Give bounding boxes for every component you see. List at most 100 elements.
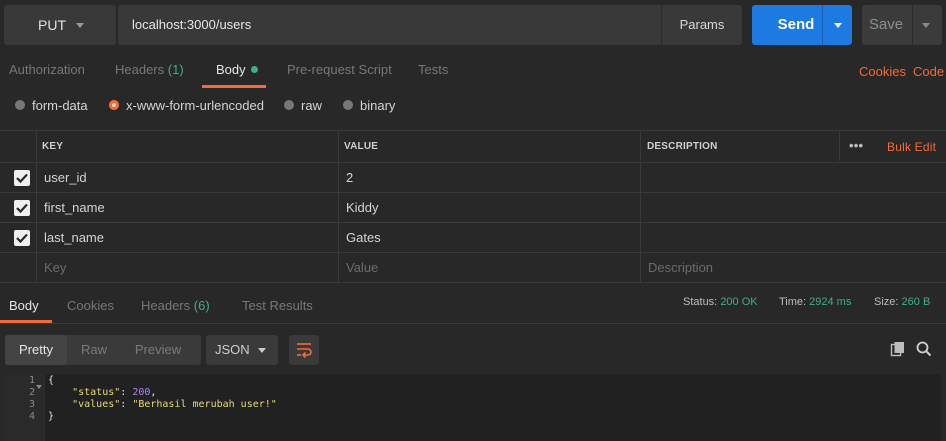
code-line-2: "status": 200, — [48, 387, 156, 399]
language-select[interactable]: JSON — [206, 335, 278, 365]
caret-down-icon[interactable] — [834, 23, 842, 28]
headers-count: (1) — [167, 62, 184, 77]
description-cell[interactable] — [648, 223, 938, 253]
tab-label: Authorization — [9, 62, 85, 77]
column-divider — [640, 193, 641, 223]
format-pretty-button[interactable]: Pretty — [5, 335, 67, 365]
table-row-new: Key Value Description — [0, 252, 946, 283]
bulk-edit-link[interactable]: Bulk Edit — [887, 131, 936, 161]
time-indicator: Time: 2924 ms — [779, 296, 851, 308]
line-number: 3 — [28, 399, 35, 410]
checkmark-icon — [16, 203, 28, 214]
tab-authorization[interactable]: Authorization — [9, 62, 85, 77]
caret-down-icon[interactable] — [922, 23, 930, 28]
response-tab-test-results[interactable]: Test Results — [242, 298, 313, 313]
size-label: Size: — [874, 296, 899, 308]
code-line-1: { — [48, 375, 54, 387]
radio-button[interactable] — [284, 100, 294, 110]
column-divider — [338, 131, 339, 161]
tab-label: Body — [9, 298, 39, 313]
response-tab-cookies[interactable]: Cookies — [67, 298, 114, 313]
value-cell[interactable]: Kiddy — [346, 193, 379, 223]
line-number: 2 — [28, 387, 35, 398]
code-link[interactable]: Code — [913, 64, 944, 79]
cookies-link[interactable]: Cookies — [859, 64, 906, 79]
description-input-placeholder[interactable]: Description — [648, 253, 713, 283]
radio-button[interactable] — [15, 100, 25, 110]
table-row: user_id 2 — [0, 162, 946, 193]
brace-close: } — [48, 411, 55, 422]
table-header-row: KEY VALUE DESCRIPTION ••• Bulk Edit — [0, 130, 946, 161]
format-preview-button[interactable]: Preview — [121, 335, 195, 365]
send-divider — [822, 5, 823, 45]
json-colon: : — [120, 387, 133, 398]
key-cell[interactable]: first_name — [44, 193, 105, 223]
column-divider — [640, 131, 641, 161]
search-icon[interactable] — [916, 341, 932, 360]
value-input-placeholder[interactable]: Value — [346, 253, 378, 283]
tab-tests[interactable]: Tests — [418, 62, 448, 77]
column-divider — [36, 163, 37, 193]
status-value: 200 OK — [720, 296, 758, 308]
size-value: 260 B — [901, 296, 931, 308]
column-divider — [36, 131, 37, 161]
key-cell[interactable]: user_id — [44, 163, 87, 193]
line-number: 1 — [28, 375, 35, 386]
key-cell[interactable]: last_name — [44, 223, 104, 253]
description-cell[interactable] — [648, 163, 938, 193]
body-indicator-dot — [250, 66, 258, 73]
method-select[interactable]: PUT — [4, 5, 116, 45]
tab-label: Headers — [141, 298, 191, 313]
format-raw-button[interactable]: Raw — [67, 335, 121, 365]
response-tab-headers[interactable]: Headers (6) — [141, 298, 210, 313]
radio-label: binary — [360, 98, 396, 113]
send-button[interactable]: Send — [752, 5, 852, 45]
column-divider — [338, 163, 339, 193]
tab-body[interactable]: Body — [216, 62, 258, 77]
value-cell[interactable]: 2 — [346, 163, 353, 193]
size-indicator: Size: 260 B — [874, 296, 930, 308]
tab-label: Body — [216, 62, 246, 77]
json-value-values: "Berhasil merubah user!" — [132, 399, 277, 410]
caret-down-icon — [76, 23, 84, 28]
code-line-4: } — [48, 411, 54, 423]
tab-label: Test Results — [242, 298, 313, 313]
column-header-description: DESCRIPTION — [647, 141, 718, 152]
tab-headers[interactable]: Headers (1) — [115, 62, 184, 77]
method-label: PUT — [38, 17, 66, 33]
key-input-placeholder[interactable]: Key — [44, 253, 66, 283]
save-button[interactable]: Save — [862, 5, 942, 45]
send-label: Send — [777, 16, 815, 33]
more-dots-icon[interactable]: ••• — [849, 131, 863, 161]
row-checkbox[interactable] — [14, 200, 30, 216]
json-colon: : — [120, 399, 133, 410]
radio-label: x-www-form-urlencoded — [126, 98, 264, 113]
response-tab-body[interactable]: Body — [9, 298, 39, 313]
code-line-3: "values": "Berhasil merubah user!" — [48, 399, 277, 411]
brace-open: { — [48, 375, 55, 386]
fold-arrow-icon[interactable] — [36, 378, 42, 393]
column-divider — [338, 253, 339, 283]
radio-button-selected[interactable] — [109, 100, 119, 110]
column-divider — [36, 193, 37, 223]
params-button[interactable]: Params — [661, 5, 742, 45]
copy-icon[interactable] — [890, 341, 906, 360]
row-checkbox[interactable] — [14, 230, 30, 246]
table-bottom-border — [0, 282, 946, 283]
row-checkbox[interactable] — [14, 170, 30, 186]
save-label: Save — [868, 16, 904, 33]
radio-button[interactable] — [343, 100, 353, 110]
tab-label: Headers — [115, 62, 165, 77]
value-cell[interactable]: Gates — [346, 223, 381, 253]
column-divider — [36, 253, 37, 283]
format-toggle-group: Pretty Raw Preview — [5, 335, 201, 365]
description-cell[interactable] — [648, 193, 938, 223]
wrap-lines-button[interactable] — [289, 335, 319, 365]
tab-label: Cookies — [67, 298, 114, 313]
time-label: Time: — [779, 296, 807, 308]
url-input[interactable]: localhost:3000/users Params — [118, 5, 742, 45]
tab-pre-request-script[interactable]: Pre-request Script — [287, 62, 392, 77]
column-divider — [640, 163, 641, 193]
table-row: last_name Gates — [0, 222, 946, 253]
tab-label: Pre-request Script — [287, 62, 392, 77]
